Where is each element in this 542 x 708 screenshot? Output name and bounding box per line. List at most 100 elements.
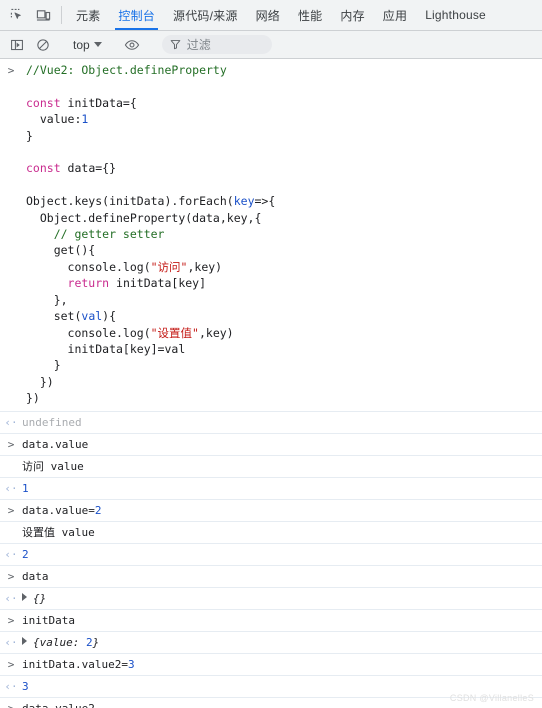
token: initData.value2= xyxy=(22,657,128,671)
token: const xyxy=(26,95,68,110)
chevron-down-icon xyxy=(93,42,102,47)
filter-funnel-icon xyxy=(170,39,181,50)
console-log-entry[interactable]: 设置值 value xyxy=(0,522,542,544)
tab-application-label: 应用 xyxy=(382,8,408,23)
result-arrow-icon: ‹· xyxy=(4,415,18,429)
entry-text: {value: 2} xyxy=(22,634,542,651)
tab-performance[interactable]: 性能 xyxy=(289,0,331,30)
token: ){ xyxy=(102,309,117,324)
input-prompt-arrow-icon: > xyxy=(7,613,15,627)
console-result-entry[interactable]: ‹· 3 xyxy=(0,676,542,698)
console-input-entry[interactable]: > data.value=2 xyxy=(0,500,542,522)
tab-elements[interactable]: 元素 xyxy=(67,0,109,30)
token: console.log( xyxy=(26,259,151,274)
tab-network[interactable]: 网络 xyxy=(247,0,289,30)
inspect-element-icon[interactable] xyxy=(4,0,30,30)
devtools-window: 元素 控制台 源代码/来源 网络 性能 内存 应用 Lighthouse top xyxy=(0,0,542,708)
tab-memory[interactable]: 内存 xyxy=(331,0,373,30)
result-arrow-icon: ‹· xyxy=(4,547,18,561)
filter-placeholder: 过滤 xyxy=(186,38,211,52)
console-input-entry[interactable]: > initData.value2=3 xyxy=(0,654,542,676)
token: data.value= xyxy=(22,503,95,517)
console-filter-input[interactable]: 过滤 xyxy=(161,35,272,54)
token: }) xyxy=(26,391,40,406)
entry-text: data xyxy=(22,568,542,585)
entry-text: 3 xyxy=(22,678,542,695)
entry-text: 访问 value xyxy=(22,458,542,475)
tabbar-divider xyxy=(61,6,62,24)
entry-text: data.value2 xyxy=(22,700,542,708)
input-prompt-arrow-icon: > xyxy=(7,569,15,583)
result-arrow-icon: ‹· xyxy=(4,679,18,693)
token: key xyxy=(233,194,255,209)
token: value: xyxy=(26,112,82,127)
console-input-entry[interactable]: >data.value2 xyxy=(0,698,542,708)
console-input-entry[interactable]: > //Vue2: Object.defineProperty const ini… xyxy=(0,59,542,412)
token: data xyxy=(22,569,49,583)
tab-application[interactable]: 应用 xyxy=(374,0,416,30)
console-result-entry[interactable]: ‹· {value: 2} xyxy=(0,632,542,654)
token: ,key) xyxy=(198,325,234,340)
live-expression-eye-icon[interactable] xyxy=(119,37,145,53)
token: set( xyxy=(26,309,82,324)
console-result-entry[interactable]: ‹· undefined xyxy=(0,412,542,434)
input-prompt-arrow-icon: > xyxy=(7,503,15,517)
execution-context-selector[interactable]: top xyxy=(67,35,108,55)
result-arrow-icon: ‹· xyxy=(4,635,18,649)
entry-text: data.value=2 xyxy=(22,502,542,519)
entry-text: data.value xyxy=(22,436,542,453)
entry-text: {} xyxy=(22,590,542,607)
token: val xyxy=(81,309,103,324)
token: undefined xyxy=(22,415,82,429)
console-input-entry[interactable]: > initData xyxy=(0,610,542,632)
tab-memory-label: 内存 xyxy=(340,8,365,23)
token: initData={ xyxy=(67,95,137,110)
input-prompt-arrow-icon: > xyxy=(0,700,22,708)
token: "设置值" xyxy=(150,325,199,340)
token: data.value xyxy=(22,437,89,451)
sidebar-panel-icon[interactable] xyxy=(4,38,30,52)
token: 1 xyxy=(81,112,89,127)
input-prompt-arrow-icon: > xyxy=(7,657,15,671)
token: const xyxy=(26,161,68,176)
entry-text: 2 xyxy=(22,546,542,563)
token: } xyxy=(92,635,100,649)
token: Object.keys(initData).forEach( xyxy=(26,194,234,209)
console-input-entry[interactable]: > data.value xyxy=(0,434,542,456)
tab-console-label: 控制台 xyxy=(118,8,156,23)
console-log-entry[interactable]: 访问 value xyxy=(0,456,542,478)
disclosure-triangle-icon[interactable] xyxy=(22,636,27,645)
token: Object.defineProperty(data,key,{ xyxy=(26,210,262,225)
token: data={} xyxy=(67,161,117,176)
token: 1 xyxy=(22,481,29,495)
disclosure-triangle-icon[interactable] xyxy=(22,592,27,601)
tab-sources[interactable]: 源代码/来源 xyxy=(164,0,247,30)
console-input-entry[interactable]: > data xyxy=(0,566,542,588)
token: } xyxy=(26,128,33,143)
token: // getter setter xyxy=(26,227,165,242)
token: 2 xyxy=(22,547,29,561)
devtools-tabbar: 元素 控制台 源代码/来源 网络 性能 内存 应用 Lighthouse xyxy=(0,0,542,31)
device-toolbar-icon[interactable] xyxy=(30,0,56,30)
token: } xyxy=(26,358,61,373)
token: {} xyxy=(33,591,47,605)
entry-text: initData xyxy=(22,612,542,629)
input-prompt-arrow-icon: > xyxy=(7,64,15,77)
console-result-entry[interactable]: ‹· 2 xyxy=(0,544,542,566)
token: 2 xyxy=(85,635,93,649)
console-result-entry[interactable]: ‹· {} xyxy=(0,588,542,610)
token: //Vue2: Object.defineProperty xyxy=(26,63,227,77)
tab-console[interactable]: 控制台 xyxy=(109,0,164,30)
console-result-entry[interactable]: ‹· 1 xyxy=(0,478,542,500)
token: initData[key] xyxy=(116,276,207,291)
result-arrow-icon: ‹· xyxy=(4,591,18,605)
token: }) xyxy=(26,374,54,389)
tab-network-label: 网络 xyxy=(255,8,280,23)
clear-console-icon[interactable] xyxy=(30,38,56,52)
entry-text: 设置值 value xyxy=(22,524,542,541)
token: initData[key]=val xyxy=(26,341,186,356)
token: return xyxy=(26,276,117,291)
console-message-list[interactable]: > //Vue2: Object.defineProperty const ini… xyxy=(0,59,542,708)
tab-lighthouse-label: Lighthouse xyxy=(425,8,486,22)
tab-lighthouse[interactable]: Lighthouse xyxy=(416,0,495,30)
